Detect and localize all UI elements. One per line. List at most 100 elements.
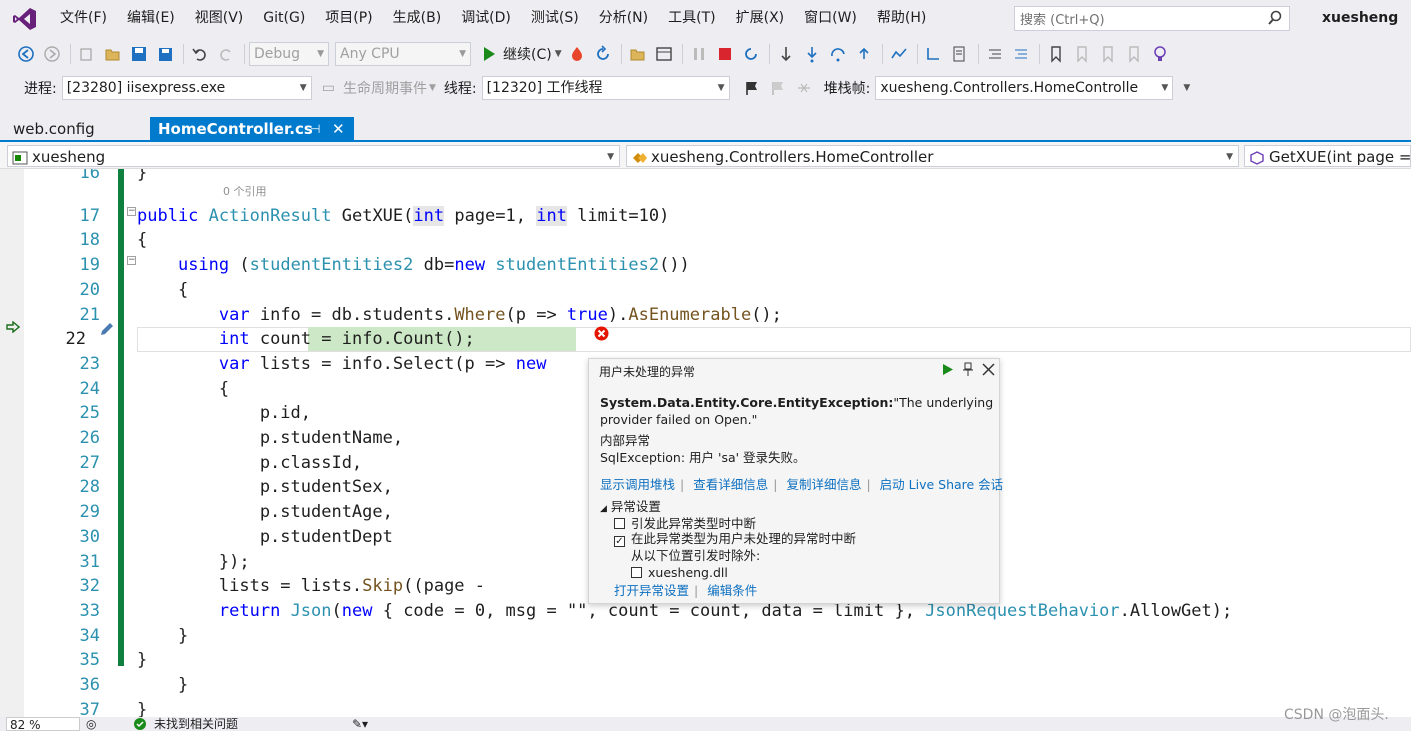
edit-conditions-link[interactable]: 编辑条件 <box>707 583 757 598</box>
browse-folder-icon[interactable] <box>626 42 650 66</box>
restart-icon[interactable] <box>591 42 615 66</box>
intellicode-icon[interactable]: ◎ <box>86 717 96 731</box>
collapse-icon[interactable]: − <box>127 207 136 216</box>
class-select[interactable]: xuesheng.Controllers.HomeController ▼ <box>626 145 1239 167</box>
show-call-stack-link[interactable]: 显示调用堆栈 <box>600 477 675 492</box>
code-line[interactable]: p.studentDept <box>137 525 393 550</box>
tab-web-config[interactable]: web.config <box>5 117 150 142</box>
process-select[interactable]: [23280] iisexpress.exe ▼ <box>61 76 312 100</box>
show-next-statement-icon[interactable] <box>774 42 798 66</box>
module-exclusion-option[interactable]: xuesheng.dll <box>631 564 728 581</box>
code-line[interactable]: lists = lists.Skip((page - <box>137 574 485 599</box>
menu-item-7[interactable]: 测试(S) <box>521 0 589 37</box>
step-over-icon[interactable] <box>826 42 850 66</box>
comment-lines-icon[interactable] <box>983 42 1007 66</box>
save-icon[interactable] <box>127 42 151 66</box>
hot-reload-icon[interactable] <box>565 42 589 66</box>
solution-platform-select[interactable]: Any CPU ▼ <box>335 42 471 66</box>
code-line[interactable]: { <box>137 278 188 303</box>
menu-item-4[interactable]: 项目(P) <box>315 0 382 37</box>
next-bookmark-icon[interactable] <box>1096 42 1120 66</box>
code-line[interactable]: var lists = info.Select(p => new <box>137 352 547 377</box>
code-line[interactable]: p.id, <box>137 401 311 426</box>
menu-item-1[interactable]: 编辑(E) <box>117 0 185 37</box>
visual-studio-logo-icon[interactable] <box>0 0 50 37</box>
hide-threads-icon[interactable] <box>792 76 816 100</box>
flag-thread-icon[interactable] <box>740 76 764 100</box>
save-all-icon[interactable] <box>153 42 177 66</box>
solution-configuration-select[interactable]: Debug ▼ <box>249 42 329 66</box>
tab-home-controller[interactable]: HomeController.cs ⊣ ✕ <box>150 117 354 142</box>
code-line[interactable]: } <box>137 698 147 717</box>
window-layout-icon[interactable] <box>652 42 676 66</box>
code-line[interactable]: p.studentSex, <box>137 475 393 500</box>
navigate-forward-icon[interactable] <box>40 42 64 66</box>
close-icon[interactable] <box>982 359 995 386</box>
code-line[interactable]: public ActionResult GetXUE(int page=1, i… <box>137 204 669 229</box>
code-line[interactable]: p.studentName, <box>137 426 403 451</box>
zoom-select[interactable]: 82 % <box>6 717 80 731</box>
continue-play-icon[interactable] <box>477 42 501 66</box>
menu-item-11[interactable]: 窗口(W) <box>794 0 867 37</box>
break-when-user-unhandled-checkbox[interactable]: ✓ <box>614 536 625 547</box>
member-select[interactable]: GetXUE(int page = 1 <box>1244 145 1411 167</box>
navigate-back-icon[interactable] <box>14 42 38 66</box>
code-line[interactable]: } <box>137 648 147 673</box>
close-icon[interactable]: ✕ <box>332 117 345 142</box>
break-when-thrown-checkbox[interactable] <box>614 518 625 529</box>
pause-icon[interactable] <box>687 42 711 66</box>
code-cleanup-icon[interactable]: ✎▾ <box>352 717 368 731</box>
continue-button[interactable]: 继续(C) <box>503 44 552 64</box>
menu-item-8[interactable]: 分析(N) <box>589 0 658 37</box>
code-line[interactable]: p.classId, <box>137 451 362 476</box>
code-line[interactable]: p.studentAge, <box>137 500 393 525</box>
code-line[interactable]: var info = db.students.Where(p => true).… <box>137 303 782 328</box>
code-lens-references[interactable]: 0 个引用 <box>223 183 267 199</box>
step-into-icon[interactable] <box>800 42 824 66</box>
view-details-link[interactable]: 查看详细信息 <box>693 477 768 492</box>
open-folder-icon[interactable] <box>101 42 125 66</box>
redo-icon[interactable] <box>214 42 238 66</box>
code-line[interactable]: int count = info.Count(); <box>137 327 475 352</box>
menu-item-6[interactable]: 调试(D) <box>451 0 521 37</box>
project-select[interactable]: xuesheng ▼ <box>7 145 620 167</box>
code-line[interactable]: } <box>137 169 147 186</box>
thread-select[interactable]: [12320] 工作线程 ▼ <box>481 76 730 100</box>
menu-item-12[interactable]: 帮助(H) <box>867 0 936 37</box>
continue-play-icon[interactable] <box>942 359 954 386</box>
collapse-icon[interactable]: − <box>127 256 136 265</box>
stack-frame-select[interactable]: xuesheng.Controllers.HomeControlle ▼ <box>875 76 1174 100</box>
copy-details-link[interactable]: 复制详细信息 <box>786 477 861 492</box>
glyph-margin[interactable] <box>0 169 24 717</box>
code-line[interactable]: }); <box>137 550 250 575</box>
toolbar-overflow-icon[interactable]: ▼ <box>1183 83 1190 93</box>
break-when-user-unhandled-option[interactable]: ✓ 在此异常类型为用户未处理的异常时中断 <box>614 530 856 547</box>
pin-icon[interactable]: ⊣ <box>310 117 320 142</box>
code-line[interactable]: } <box>137 624 188 649</box>
code-line[interactable]: { <box>137 228 147 253</box>
prev-bookmark-icon[interactable] <box>1070 42 1094 66</box>
undo-icon[interactable] <box>188 42 212 66</box>
uncomment-lines-icon[interactable] <box>1009 42 1033 66</box>
code-line[interactable]: } <box>137 673 188 698</box>
menu-item-0[interactable]: 文件(F) <box>50 0 117 37</box>
user-account[interactable]: xuesheng <box>1322 0 1398 37</box>
restart-debug-icon[interactable] <box>739 42 763 66</box>
menu-item-9[interactable]: 工具(T) <box>658 0 725 37</box>
menu-item-3[interactable]: Git(G) <box>253 0 315 37</box>
stop-icon[interactable] <box>713 42 737 66</box>
open-exception-settings-link[interactable]: 打开异常设置 <box>614 583 689 598</box>
menu-item-2[interactable]: 视图(V) <box>185 0 254 37</box>
diagnostics-icon[interactable] <box>887 42 911 66</box>
code-line[interactable]: { <box>137 377 229 402</box>
expand-triangle-icon[interactable]: ◢ <box>600 504 607 514</box>
flag-all-threads-icon[interactable] <box>766 76 790 100</box>
step-out-icon[interactable] <box>852 42 876 66</box>
start-live-share-link[interactable]: 启动 Live Share 会话 <box>880 477 1004 492</box>
status-message[interactable]: 未找到相关问题 <box>154 717 238 731</box>
step-into-specific-icon[interactable] <box>922 42 946 66</box>
module-exclusion-checkbox[interactable] <box>631 567 642 578</box>
chevron-down-icon[interactable]: ▼ <box>555 49 562 59</box>
format-document-icon[interactable] <box>948 42 972 66</box>
bookmark-icon[interactable] <box>1044 42 1068 66</box>
